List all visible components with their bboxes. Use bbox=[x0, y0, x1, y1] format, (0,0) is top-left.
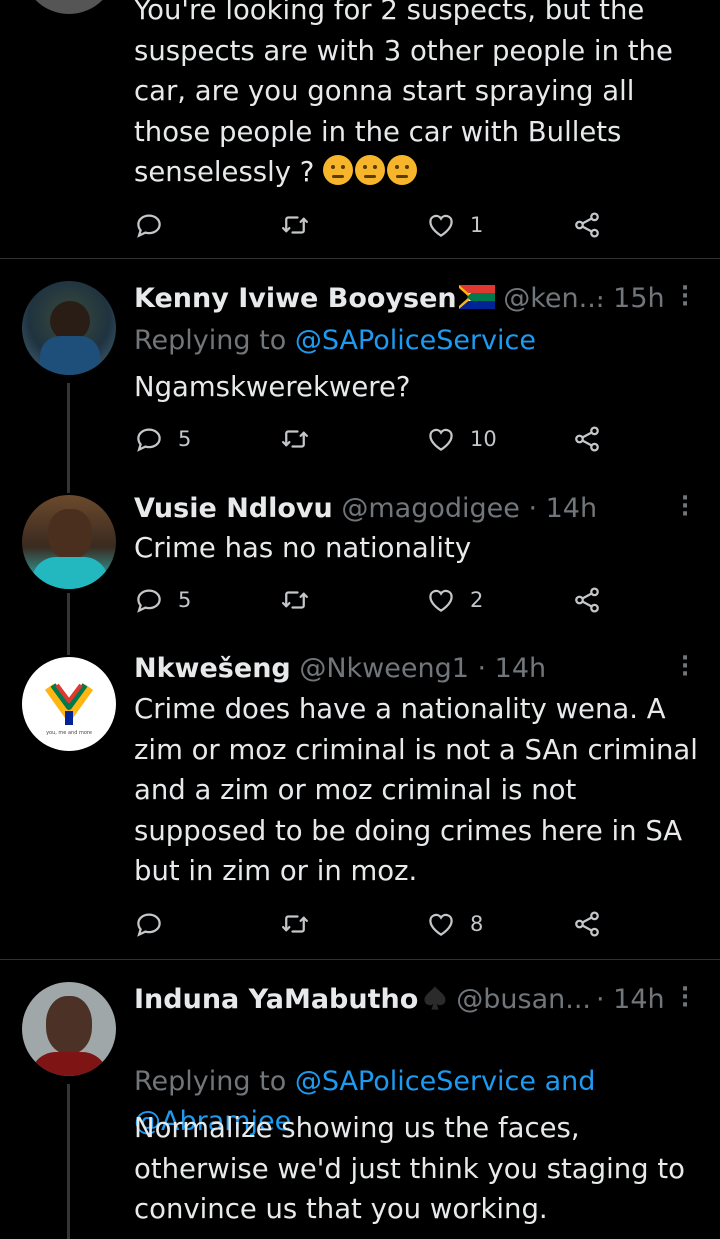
reply-button[interactable]: 5 bbox=[134, 422, 191, 456]
thread-line bbox=[67, 479, 70, 493]
retweet-button[interactable] bbox=[280, 422, 324, 456]
more-options-icon[interactable]: · · · bbox=[680, 488, 690, 526]
mention-link[interactable]: @SAPoliceService bbox=[295, 325, 536, 356]
author-name[interactable]: Induna YaMabutho bbox=[134, 984, 418, 1015]
south-africa-flag-emoji bbox=[458, 285, 495, 309]
tweet-text: Ngamskwerekwere? bbox=[134, 371, 411, 403]
thread-line bbox=[67, 383, 70, 479]
retweet-button[interactable] bbox=[280, 907, 324, 941]
share-icon bbox=[572, 210, 602, 240]
retweet-icon bbox=[280, 585, 310, 615]
like-button[interactable]: 2 bbox=[426, 583, 483, 617]
reply-button[interactable] bbox=[134, 208, 178, 242]
tweet[interactable]: You're looking for 2 suspects, but the s… bbox=[0, 0, 720, 258]
like-count: 1 bbox=[470, 213, 484, 237]
retweet-button[interactable] bbox=[280, 208, 324, 242]
replying-to: Replying to @SAPoliceService bbox=[134, 321, 536, 361]
timestamp[interactable]: · 15h bbox=[596, 279, 665, 319]
like-count: 2 bbox=[470, 588, 484, 612]
tweet-header: Nkwešeng @Nkweeng1 · 14h bbox=[134, 649, 546, 689]
author-handle[interactable]: @ken... bbox=[503, 283, 604, 314]
thread-line bbox=[67, 593, 70, 639]
share-button[interactable] bbox=[572, 583, 602, 617]
spade-icon bbox=[424, 986, 446, 1010]
retweet-button[interactable] bbox=[280, 583, 324, 617]
retweet-icon bbox=[280, 210, 310, 240]
thread-line bbox=[67, 1084, 70, 1239]
avatar[interactable]: you, me and more bbox=[22, 657, 116, 751]
thinking-face-emoji bbox=[323, 155, 354, 185]
tweet-text: You're looking for 2 suspects, but the s… bbox=[134, 0, 714, 193]
avatar[interactable] bbox=[22, 281, 116, 375]
tweet[interactable]: Vusie Ndlovu @magodigee · 14h · · · Crime … bbox=[0, 479, 720, 639]
like-icon bbox=[426, 424, 456, 454]
like-button[interactable]: 8 bbox=[426, 907, 483, 941]
share-button[interactable] bbox=[572, 208, 602, 242]
replying-to-label: Replying to bbox=[134, 1066, 295, 1097]
timestamp[interactable]: · 14h bbox=[596, 980, 665, 1020]
reply-button[interactable] bbox=[134, 907, 178, 941]
share-button[interactable] bbox=[572, 907, 602, 941]
retweet-icon bbox=[280, 424, 310, 454]
avatar-logo: you, me and more bbox=[44, 683, 94, 736]
like-icon bbox=[426, 909, 456, 939]
tweet-text: Normalize showing us the faces, otherwis… bbox=[134, 1112, 685, 1225]
author-handle[interactable]: @busan... bbox=[456, 984, 591, 1015]
avatar[interactable] bbox=[22, 982, 116, 1076]
tweet-header: Induna YaMabutho @busan... bbox=[134, 980, 591, 1020]
author-name[interactable]: Kenny Iviwe Booysen bbox=[134, 283, 457, 314]
thread-line bbox=[67, 639, 70, 655]
author-handle[interactable]: @Nkweeng1 bbox=[299, 653, 469, 684]
share-icon bbox=[572, 585, 602, 615]
avatar-caption: you, me and more bbox=[46, 730, 92, 736]
like-count: 8 bbox=[470, 912, 484, 936]
reply-count: 5 bbox=[178, 588, 192, 612]
like-count: 10 bbox=[470, 427, 497, 451]
more-options-icon[interactable]: · · · bbox=[680, 278, 690, 316]
thinking-face-emoji bbox=[355, 155, 386, 185]
more-options-icon[interactable]: · · · bbox=[680, 979, 690, 1017]
timestamp[interactable]: · 14h bbox=[478, 653, 547, 684]
retweet-icon bbox=[280, 909, 310, 939]
reply-button[interactable]: 5 bbox=[134, 583, 191, 617]
tweet[interactable]: Induna YaMabutho @busan... · 14h · · · Repl… bbox=[0, 960, 720, 1239]
tweet-header: Vusie Ndlovu @magodigee · 14h bbox=[134, 489, 597, 529]
reply-icon bbox=[134, 424, 164, 454]
reply-icon bbox=[134, 210, 164, 240]
share-icon bbox=[572, 424, 602, 454]
tweet[interactable]: you, me and more Nkwešeng @Nkweeng1 · 14… bbox=[0, 639, 720, 959]
reply-icon bbox=[134, 909, 164, 939]
share-icon bbox=[572, 909, 602, 939]
reply-count: 5 bbox=[178, 427, 192, 451]
replying-to-label: Replying to bbox=[134, 325, 295, 356]
timestamp[interactable]: · 14h bbox=[528, 493, 597, 524]
tweet-text: Crime has no nationality bbox=[134, 532, 472, 564]
reply-icon bbox=[134, 585, 164, 615]
share-button[interactable] bbox=[572, 422, 602, 456]
avatar[interactable] bbox=[22, 0, 116, 14]
author-handle[interactable]: @magodigee bbox=[341, 493, 520, 524]
like-button[interactable]: 1 bbox=[426, 208, 483, 242]
author-name[interactable]: Nkwešeng bbox=[134, 653, 291, 684]
avatar[interactable] bbox=[22, 495, 116, 589]
author-name[interactable]: Vusie Ndlovu bbox=[134, 493, 333, 524]
tweet[interactable]: Kenny Iviwe Booysen @ken... · 15h · · · Re… bbox=[0, 259, 720, 479]
tweet-text: Crime does have a nationality wena. A zi… bbox=[134, 693, 698, 887]
thinking-face-emoji bbox=[387, 155, 418, 185]
like-icon bbox=[426, 585, 456, 615]
more-options-icon[interactable]: · · · bbox=[680, 648, 690, 686]
like-button[interactable]: 10 bbox=[426, 422, 497, 456]
like-icon bbox=[426, 210, 456, 240]
